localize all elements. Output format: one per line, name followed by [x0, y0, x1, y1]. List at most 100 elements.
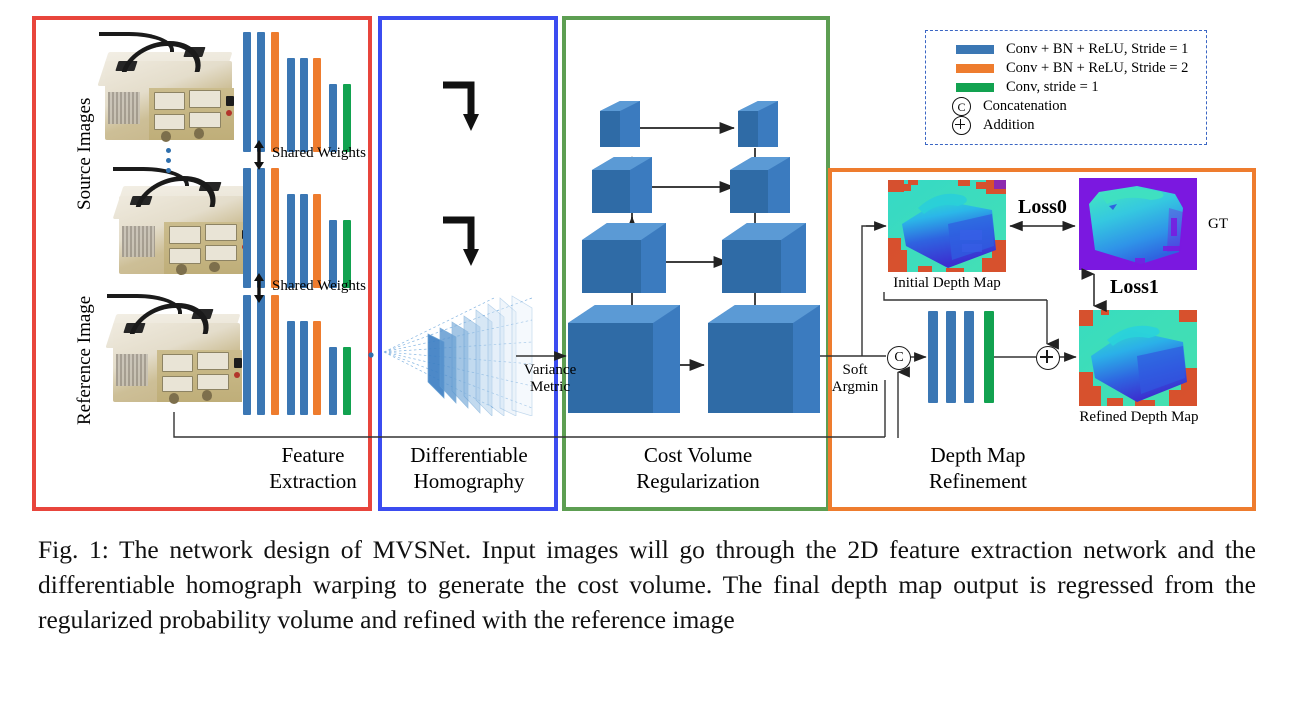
legend-label: Addition	[983, 117, 1035, 133]
device-meter	[161, 354, 194, 372]
conv-s1-swatch	[956, 83, 994, 92]
legend-row: C Concatenation	[938, 97, 1196, 116]
device-vent	[107, 92, 141, 124]
refined-depth-map-image	[1079, 310, 1197, 406]
initial-depth-map-caption: Initial Depth Map	[893, 275, 1001, 291]
conv-bar	[287, 321, 295, 415]
conv-bar	[300, 58, 308, 152]
conv-bar	[313, 321, 321, 415]
conv-bar	[329, 84, 337, 152]
legend-row: Conv + BN + ReLU, Stride = 1	[938, 40, 1196, 59]
conv-bar	[287, 58, 295, 152]
addition-icon	[952, 116, 971, 135]
ground-truth-depth-map-image	[1079, 178, 1197, 270]
concatenation-operator: C	[887, 346, 911, 370]
device-vent	[122, 226, 155, 258]
device-switch	[226, 96, 234, 106]
refinement-conv-bar	[946, 311, 956, 403]
plane-sweep-frustum	[382, 290, 554, 421]
refinement-conv-bar	[964, 311, 974, 403]
conv-bar	[329, 347, 337, 415]
device-knob	[176, 264, 187, 275]
cube-level3-decoder	[730, 157, 790, 213]
vertical-ellipsis-icon	[166, 148, 171, 173]
device-meter	[189, 90, 221, 108]
feature-bars-reference	[240, 295, 360, 415]
legend-row: Conv, stride = 1	[938, 78, 1196, 97]
figure-root: Source Images Reference Image Shared Wei…	[0, 0, 1289, 707]
device-meter	[168, 247, 201, 264]
gt-label: GT	[1208, 216, 1228, 232]
legend-label: Conv + BN + ReLU, Stride = 2	[1006, 60, 1189, 76]
conv-bar	[300, 194, 308, 288]
legend-box: Conv + BN + ReLU, Stride = 1 Conv + BN +…	[925, 30, 1207, 145]
conv-bar	[243, 295, 251, 415]
legend-label: Conv, stride = 1	[1006, 79, 1099, 95]
shared-weights-label-2: Shared Weights	[272, 278, 366, 294]
device-meter	[204, 224, 237, 242]
legend-label: Concatenation	[983, 98, 1067, 114]
cost-volume-unet	[562, 95, 830, 440]
double-arrow-icon	[254, 273, 264, 303]
label-reference-image: Reference Image	[74, 295, 95, 425]
cube-level3-encoder	[592, 157, 652, 213]
legend-key	[938, 83, 994, 92]
conv-bar	[271, 32, 279, 152]
device-meter	[197, 373, 229, 390]
conv-bar	[300, 321, 308, 415]
concatenation-icon: C	[952, 97, 971, 116]
homography-elbow-arrow-1	[440, 80, 486, 139]
conv-bar	[287, 194, 295, 288]
conv-bar	[257, 32, 265, 152]
homography-elbow-arrow-2	[440, 215, 486, 274]
legend-row: Addition	[938, 116, 1196, 135]
legend-row: Conv + BN + ReLU, Stride = 2	[938, 59, 1196, 78]
loss1-label: Loss1	[1110, 276, 1159, 298]
conv-bar	[343, 347, 351, 415]
conv-bar	[243, 32, 251, 152]
legend-key	[938, 45, 994, 54]
label-source-images: Source Images	[74, 97, 95, 210]
conv-bar	[243, 168, 251, 288]
double-arrow-icon	[254, 140, 264, 170]
cube-level4-decoder	[738, 101, 778, 147]
device-vent	[115, 354, 149, 386]
device-knob	[209, 261, 220, 273]
cube-level1-input-volume	[568, 305, 680, 413]
device-meter	[197, 352, 229, 370]
device-meter	[161, 376, 194, 393]
device-meter	[153, 114, 186, 131]
panel-label-cost-volume-regularization: Cost Volume Regularization	[636, 443, 760, 493]
source-image-1	[96, 30, 244, 150]
cube-level4-encoder	[600, 101, 640, 147]
source-image-2	[110, 165, 260, 283]
cube-level1-output-volume	[708, 305, 820, 413]
conv-bar	[257, 295, 265, 415]
conv-bar	[343, 84, 351, 152]
refinement-conv-bar	[984, 311, 994, 403]
figure-caption: Fig. 1: The network design of MVSNet. In…	[38, 535, 1256, 634]
device-meter	[189, 111, 221, 128]
refinement-conv-bar	[928, 311, 938, 403]
conv-bn-relu-s1-swatch	[956, 45, 994, 54]
panel-label-feature-extraction: Feature Extraction	[269, 443, 357, 493]
variance-metric-label: Variance Metric	[523, 362, 577, 396]
conv-bar	[271, 168, 279, 288]
initial-depth-map-image	[888, 180, 1006, 272]
device-meter	[168, 226, 201, 244]
device-knob	[161, 130, 172, 142]
reference-image-photo	[104, 292, 252, 412]
loss0-label: Loss0	[1018, 196, 1067, 218]
addition-operator	[1036, 346, 1060, 370]
device-knob	[169, 392, 180, 404]
feature-bars-source-1	[240, 32, 360, 152]
refined-depth-map-caption: Refined Depth Map	[1079, 409, 1199, 425]
soft-argmin-label: Soft Argmin	[831, 362, 879, 396]
panel-label-depth-map-refinement: Depth Map Refinement	[929, 443, 1027, 493]
device-meter	[204, 245, 237, 262]
legend-label: Conv + BN + ReLU, Stride = 1	[1006, 41, 1189, 57]
conv-bar	[313, 58, 321, 152]
cube-level2-decoder	[722, 223, 806, 293]
cube-level2-encoder	[582, 223, 666, 293]
conv-bn-relu-s2-swatch	[956, 64, 994, 73]
